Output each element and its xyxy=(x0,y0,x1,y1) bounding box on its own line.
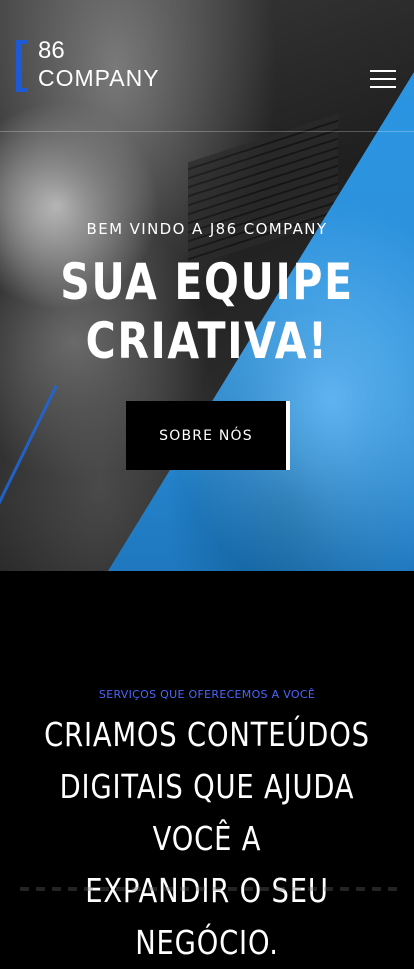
header-divider xyxy=(0,131,414,132)
logo-text-top: 86 xyxy=(38,37,65,64)
services-title-line: EXPANDIR O SEU NEGÓCIO. xyxy=(85,871,329,962)
services-title-line: DIGITAIS QUE AJUDA VOCÊ A xyxy=(59,767,355,858)
site-logo[interactable]: 86 COMPANY xyxy=(16,37,206,96)
menu-bar xyxy=(370,86,396,88)
logo-bracket-icon xyxy=(16,40,28,92)
next-content-edge xyxy=(20,887,400,891)
hamburger-menu-icon[interactable] xyxy=(370,70,396,89)
services-eyebrow: SERVIÇOS QUE OFERECEMOS A VOCÊ xyxy=(98,688,316,701)
hero-accent-line xyxy=(0,385,58,558)
menu-bar xyxy=(370,78,396,80)
services-section: SERVIÇOS QUE OFERECEMOS A VOCÊ CRIAMOS C… xyxy=(0,571,414,962)
hero-title: SUA EQUIPE CRIATIVA! xyxy=(37,253,376,371)
menu-bar xyxy=(370,70,396,72)
hero-subtitle: BEM VINDO A J86 COMPANY xyxy=(86,220,328,238)
hero-title-line: SUA EQUIPE xyxy=(60,253,354,311)
hero-section: 86 COMPANY BEM VINDO A J86 COMPANY SUA E… xyxy=(0,0,414,571)
about-us-button[interactable]: SOBRE NÓS xyxy=(126,401,290,470)
logo-text-bottom: COMPANY xyxy=(38,65,160,91)
hero-title-line: CRIATIVA! xyxy=(85,312,329,370)
services-title: CRIAMOS CONTEÚDOS DIGITAIS QUE AJUDA VOC… xyxy=(35,709,379,969)
services-title-line: CRIAMOS CONTEÚDOS xyxy=(44,715,370,754)
